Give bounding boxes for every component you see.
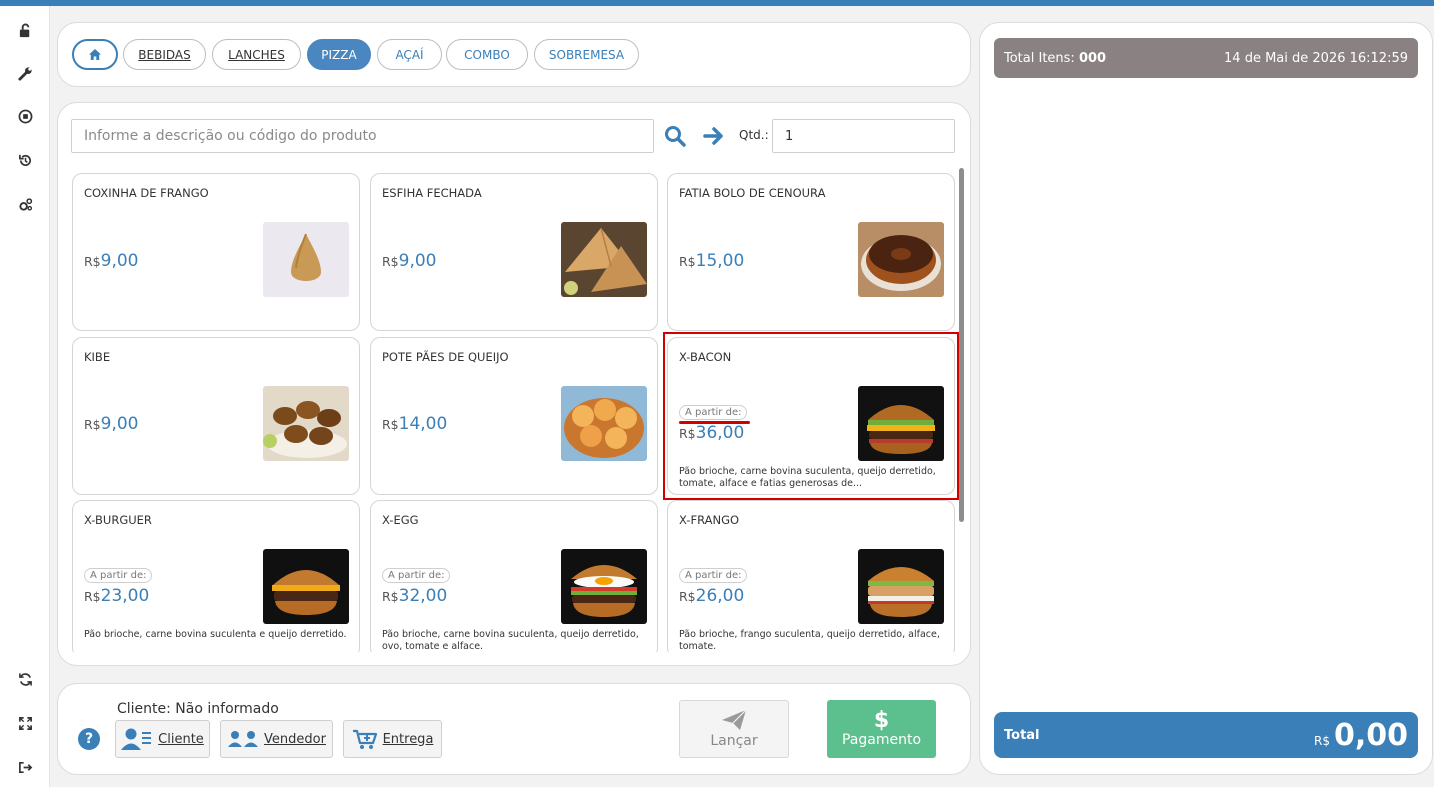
vendedor-button[interactable]: Vendedor [220,720,333,758]
quantity-label: Qtd.: [739,128,769,142]
product-card[interactable]: FATIA BOLO DE CENOURA R$15,00 [667,173,955,331]
product-price: R$14,00 [382,414,448,434]
product-name: COXINHA DE FRANGO [84,186,209,200]
paper-plane-icon [722,709,747,730]
search-icon[interactable] [662,123,688,149]
product-description: Pão brioche, carne bovina suculenta, que… [382,629,639,652]
from-price-badge: A partir de: [679,568,748,583]
stop-circle-icon[interactable] [15,106,35,126]
product-name: X-FRANGO [679,513,740,527]
product-name: KIBE [84,350,111,364]
pagamento-label: Pagamento [841,732,922,748]
product-card[interactable]: ESFIHA FECHADA R$9,00 [370,173,658,331]
search-input[interactable] [71,119,654,153]
category-acai[interactable]: AÇAÍ [377,39,442,70]
help-icon[interactable]: ? [78,728,100,750]
users-exchange-icon [228,731,259,747]
product-price: R$9,00 [382,251,437,271]
lancar-button[interactable]: Lançar [679,700,789,758]
from-price-badge: A partir de: [84,568,153,583]
highlight-underline [679,421,750,424]
product-image-x-burguer [263,549,349,624]
product-scrollbar[interactable] [959,168,964,522]
product-image-x-bacon [858,386,944,461]
product-price: R$15,00 [679,251,745,271]
product-description: Pão brioche, carne bovina suculenta e qu… [84,629,347,640]
product-image-x-frango [858,549,944,624]
product-image-coxinha [263,222,349,297]
product-name: X-EGG [382,513,419,527]
product-price: R$23,00 [84,586,150,606]
product-price: R$26,00 [679,586,745,606]
cart-datetime: 14 de Mai de 2026 16:12:59 [1224,50,1408,66]
product-image-kibe [263,386,349,461]
expand-icon[interactable] [15,713,35,733]
cliente-button[interactable]: Cliente [115,720,210,758]
product-card[interactable]: X-EGG A partir de: R$32,00 Pão brioche, … [370,500,658,652]
product-image-paes-de-queijo [561,386,647,461]
lancar-label: Lançar [710,733,758,749]
product-name: FATIA BOLO DE CENOURA [679,186,826,200]
product-card[interactable]: X-BURGUER A partir de: R$23,00 Pão brioc… [72,500,360,652]
entrega-label: Entrega [382,731,434,747]
user-list-icon [121,728,152,750]
product-name: X-BURGUER [84,513,152,527]
product-card[interactable]: KIBE R$9,00 [72,337,360,495]
entrega-button[interactable]: Entrega [343,720,442,758]
category-sobremesa[interactable]: SOBREMESA [534,39,639,70]
total-amount: R$ 0,00 [1313,717,1408,753]
sidebar [0,6,50,787]
product-price: R$9,00 [84,414,139,434]
from-price-badge: A partir de: [679,405,748,420]
home-button[interactable] [72,39,118,70]
unlock-icon[interactable] [15,20,35,40]
vendedor-label: Vendedor [264,731,326,747]
product-description: Pão brioche, carne bovina suculenta, que… [679,466,936,489]
items-summary: Total Itens: 000 [1004,50,1107,66]
product-image-bolo-cenoura [858,222,944,297]
pagamento-button[interactable]: $ Pagamento [827,700,936,758]
client-info: Cliente: Não informado [117,701,279,717]
product-price: R$9,00 [84,251,139,271]
product-card[interactable]: COXINHA DE FRANGO R$9,00 [72,173,360,331]
home-icon [89,49,101,60]
total-bar: Total R$ 0,00 [994,712,1418,758]
product-price: R$36,00 [679,423,745,443]
category-combo[interactable]: COMBO [446,39,528,70]
product-price: R$32,00 [382,586,448,606]
refresh-icon[interactable] [15,669,35,689]
quantity-input[interactable] [772,119,955,153]
cart-plus-icon [352,729,377,749]
cart-header: Total Itens: 000 14 de Mai de 2026 16:12… [994,38,1418,78]
history-icon[interactable] [15,150,35,170]
product-card[interactable]: X-FRANGO A partir de: R$26,00 Pão brioch… [667,500,955,652]
logout-icon[interactable] [15,757,35,777]
cogs-icon[interactable] [15,194,35,214]
cliente-label: Cliente [158,731,204,747]
category-bebidas[interactable]: BEBIDAS [123,39,206,70]
product-card[interactable]: POTE PÃES DE QUEIJO R$14,00 [370,337,658,495]
arrow-right-icon[interactable] [701,123,727,149]
category-lanches[interactable]: LANCHES [212,39,301,70]
product-description: Pão brioche, frango suculenta, queijo de… [679,629,940,652]
wrench-icon[interactable] [15,63,35,83]
top-accent-bar [0,0,1434,6]
cart-panel [979,22,1433,775]
product-image-esfiha [561,222,647,297]
product-image-x-egg [561,549,647,624]
product-grid: COXINHA DE FRANGO R$9,00 ESFIHA FECHADA … [66,168,962,652]
product-name: ESFIHA FECHADA [382,186,482,200]
dollar-icon: $ [873,708,890,733]
total-label: Total [1004,727,1040,743]
product-card-selected[interactable]: X-BACON A partir de: R$36,00 Pão brioche… [667,337,955,495]
product-name: POTE PÃES DE QUEIJO [382,350,509,364]
category-pizza[interactable]: PIZZA [307,39,371,70]
product-name: X-BACON [679,350,732,364]
from-price-badge: A partir de: [382,568,451,583]
